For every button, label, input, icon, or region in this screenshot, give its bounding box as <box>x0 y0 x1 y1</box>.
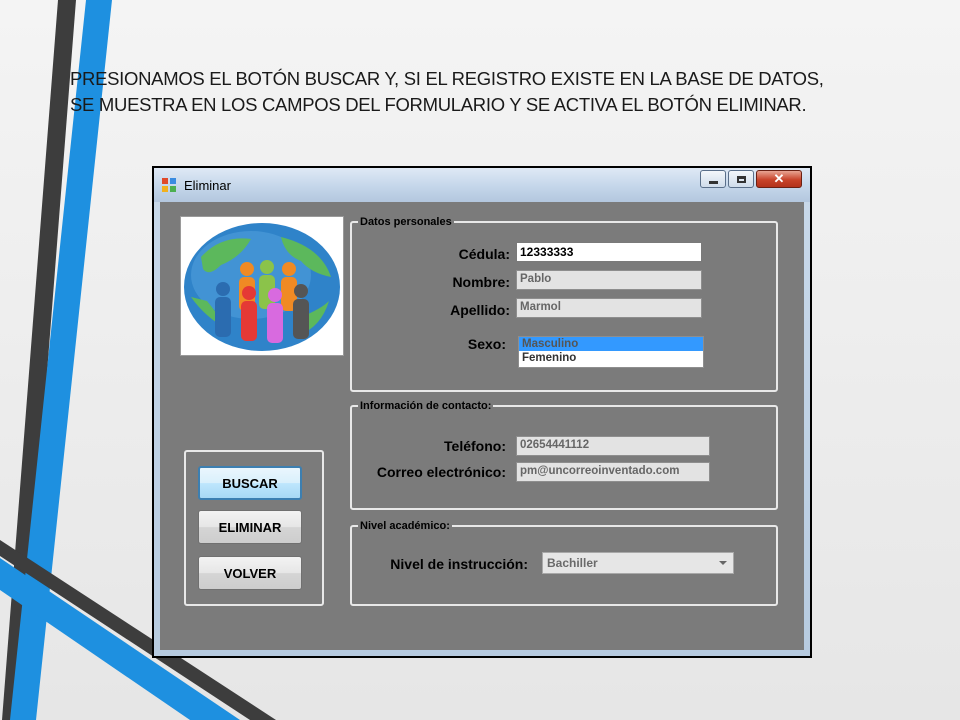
correo-input[interactable]: pm@uncorreoinventado.com <box>516 462 710 482</box>
logo-image <box>180 216 344 356</box>
cedula-label: Cédula: <box>458 246 510 262</box>
apellido-input[interactable]: Marmol <box>516 298 702 318</box>
window-title: Eliminar <box>184 178 231 193</box>
close-icon: ✕ <box>773 171 785 186</box>
nivel-selected-value: Bachiller <box>547 556 598 570</box>
cedula-input[interactable]: 12333333 <box>516 242 702 262</box>
nivel-label: Nivel de instrucción: <box>390 556 528 572</box>
telefono-input[interactable]: 02654441112 <box>516 436 710 456</box>
nivel-combobox[interactable]: Bachiller <box>542 552 734 574</box>
academico-legend: Nivel académico: <box>360 520 450 532</box>
maximize-icon <box>736 175 746 183</box>
chevron-down-icon <box>719 561 727 565</box>
sexo-label: Sexo: <box>467 336 506 352</box>
globe-people-icon <box>184 223 340 351</box>
window-frame: Eliminar ✕ Datos personales Cédula: 1233… <box>154 168 810 656</box>
nombre-input[interactable]: Pablo <box>516 270 702 290</box>
maximize-button[interactable] <box>728 170 754 188</box>
telefono-label: Teléfono: <box>444 438 506 454</box>
correo-label: Correo electrónico: <box>376 464 506 480</box>
eliminar-button[interactable]: ELIMINAR <box>198 510 302 544</box>
apellido-label: Apellido: <box>450 302 510 318</box>
window-controls: ✕ <box>698 170 802 190</box>
app-icon <box>162 178 176 192</box>
slide-line-1: PRESIONAMOS EL BOTÓN BUSCAR Y, SI EL REG… <box>70 68 824 89</box>
sexo-option-masculino[interactable]: Masculino <box>519 337 703 351</box>
close-button[interactable]: ✕ <box>756 170 802 188</box>
title-bar[interactable]: Eliminar ✕ <box>154 168 810 202</box>
minimize-icon <box>708 180 718 184</box>
nombre-label: Nombre: <box>452 274 510 290</box>
nivel-dropdown-button[interactable] <box>713 553 733 573</box>
form-client-area: Datos personales Cédula: 12333333 Nombre… <box>160 202 804 650</box>
sexo-option-femenino[interactable]: Femenino <box>519 351 703 365</box>
datos-personales-legend: Datos personales <box>360 216 452 228</box>
eliminar-window: Eliminar ✕ Datos personales Cédula: 1233… <box>152 166 812 658</box>
minimize-button[interactable] <box>700 170 726 188</box>
slide-line-2: SE MUESTRA EN LOS CAMPOS DEL FORMULARIO … <box>70 94 807 115</box>
buscar-button[interactable]: BUSCAR <box>198 466 302 500</box>
contacto-legend: Información de contacto: <box>360 400 492 412</box>
slide-description: PRESIONAMOS EL BOTÓN BUSCAR Y, SI EL REG… <box>70 66 930 118</box>
sexo-listbox[interactable]: Masculino Femenino <box>518 336 704 368</box>
volver-button[interactable]: VOLVER <box>198 556 302 590</box>
